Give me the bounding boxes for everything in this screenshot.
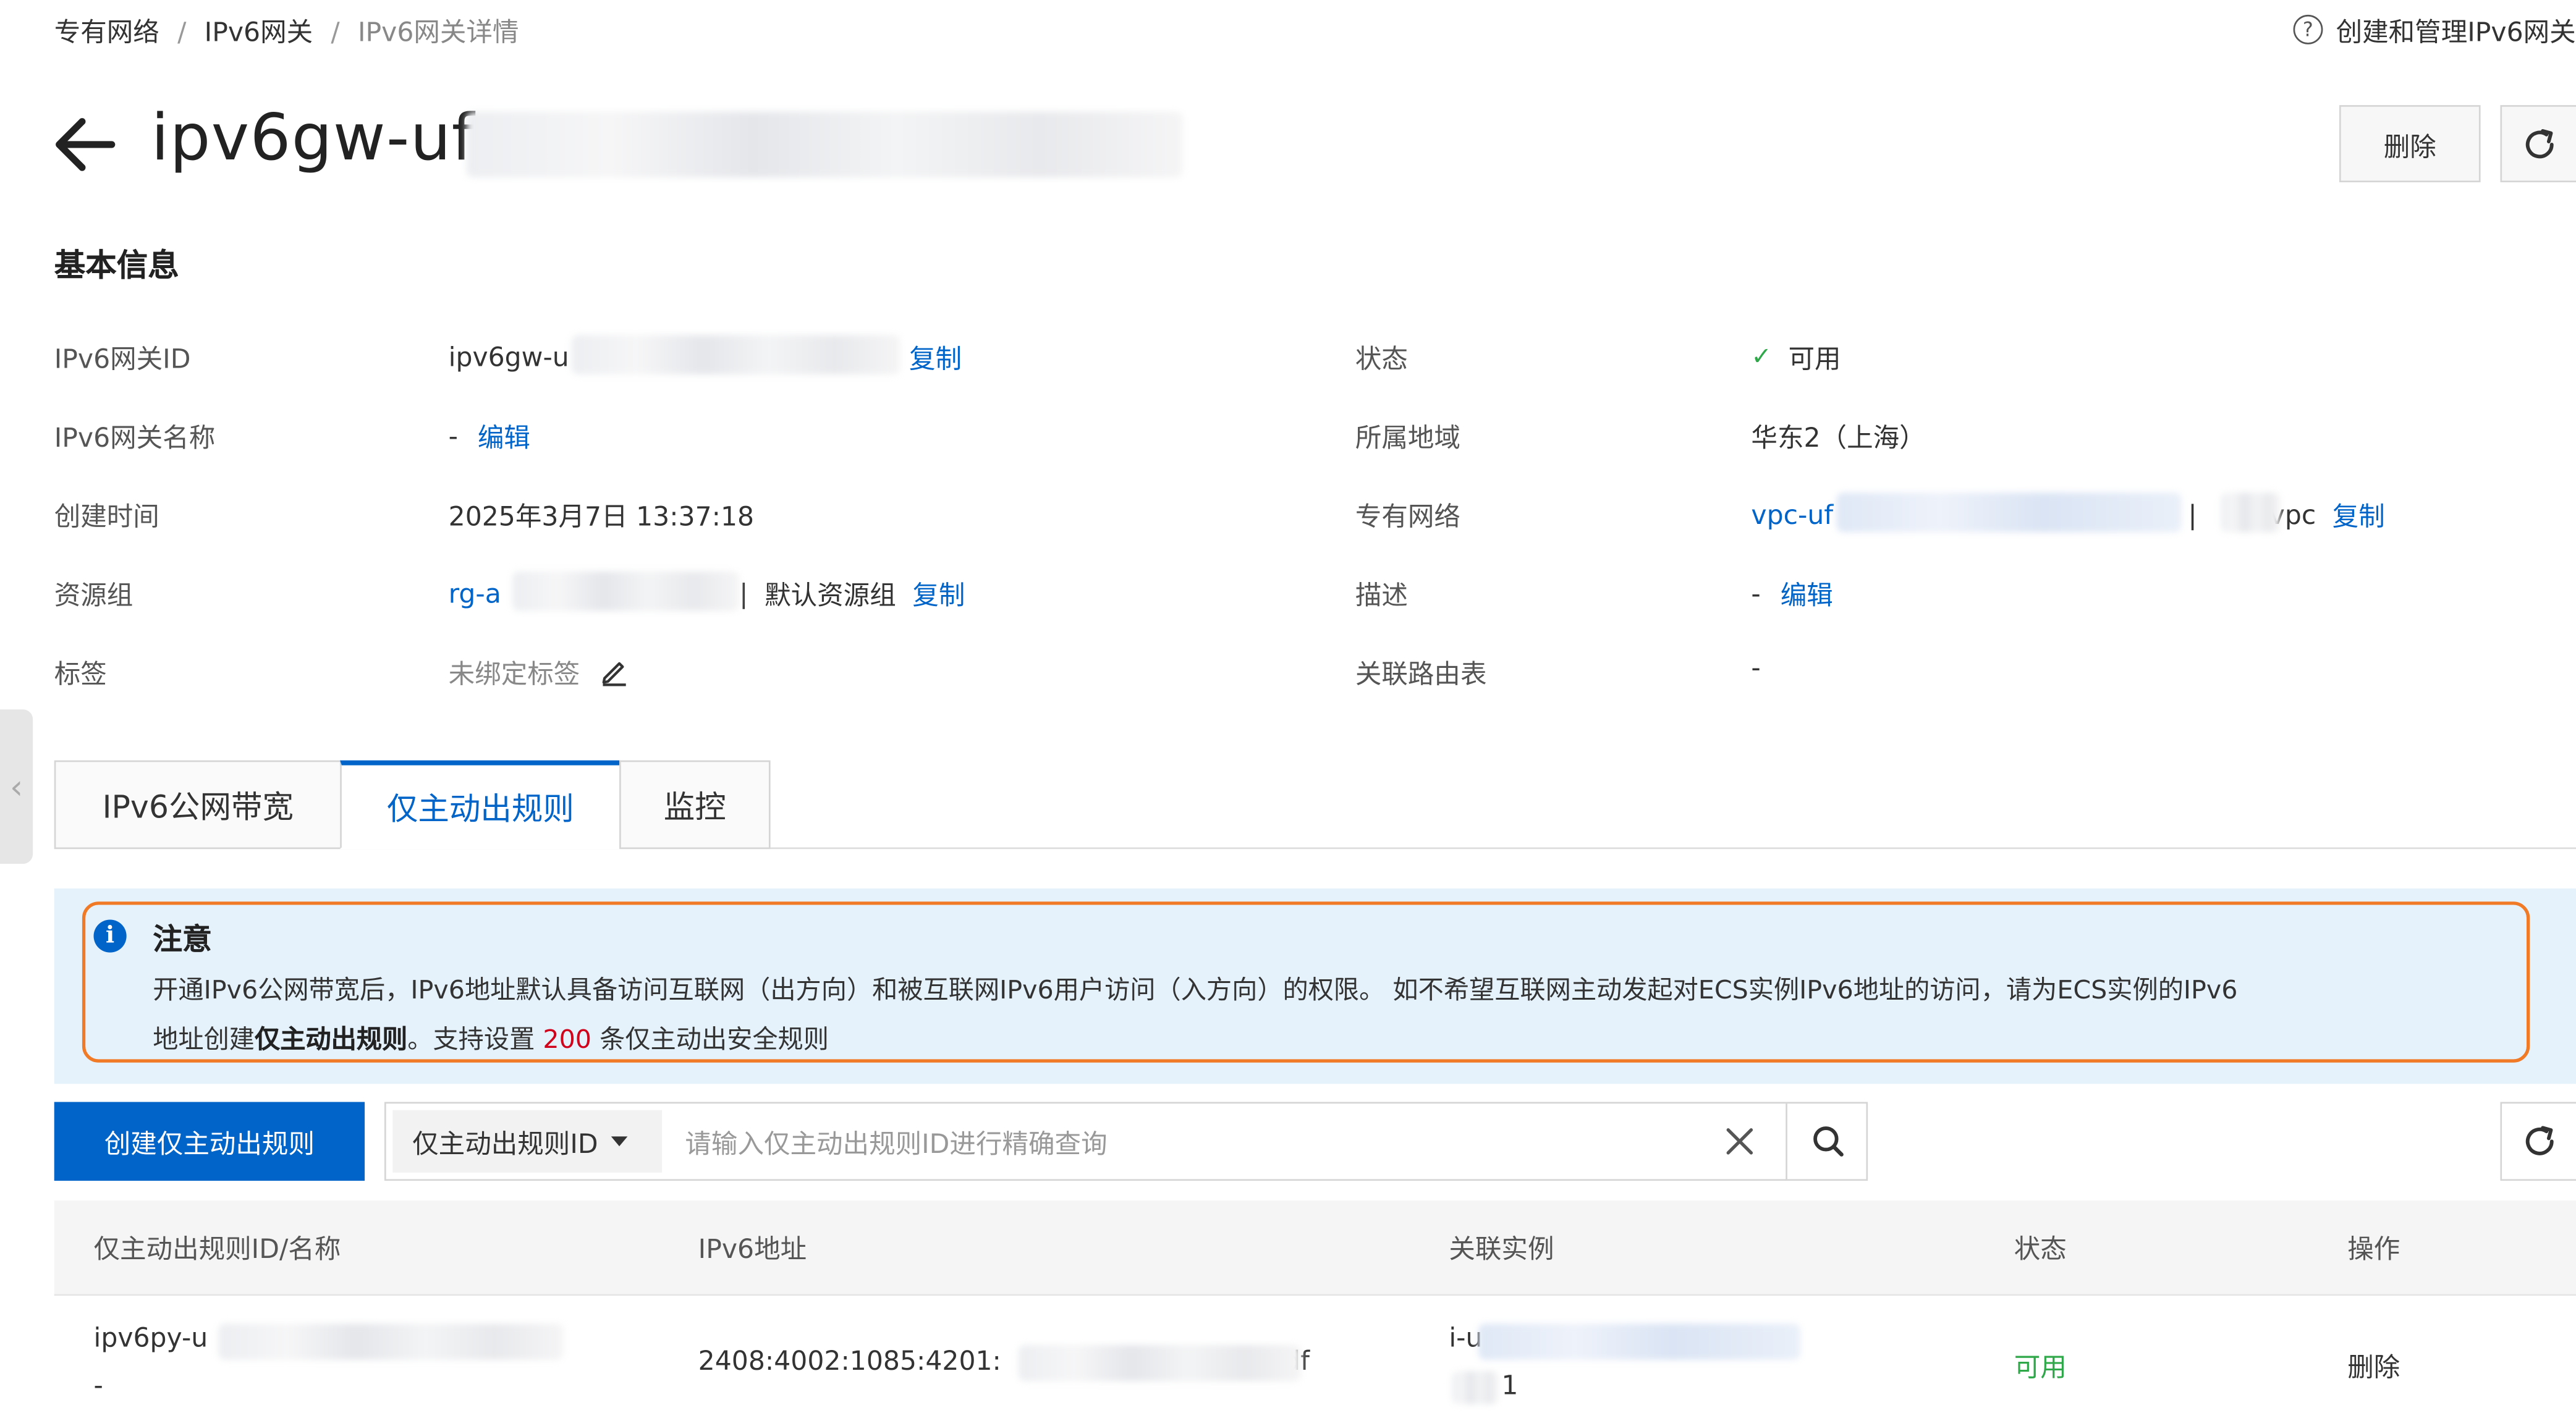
vpc-link[interactable]: vpc-uf	[1751, 499, 1833, 530]
ipv6-prefix: 2408:4002:1085:4201:	[698, 1344, 1001, 1377]
copy-resource-group-link[interactable]: 复制	[912, 573, 965, 613]
label-tags: 标签	[54, 658, 107, 690]
label-gateway-name: IPv6网关名称	[54, 422, 216, 454]
search-divider	[1786, 1103, 1787, 1179]
table-refresh-button[interactable]	[2500, 1102, 2576, 1181]
info-circle-icon: i	[93, 919, 127, 953]
status-text: 可用	[1788, 343, 1841, 375]
tab-ipv6-bandwidth[interactable]: IPv6公网带宽	[54, 760, 342, 850]
redacted-resource-group	[512, 571, 740, 611]
edit-gateway-name-link[interactable]: 编辑	[478, 415, 530, 455]
breadcrumb-separator: /	[331, 16, 340, 48]
refresh-icon	[2525, 128, 2554, 158]
chevron-left-icon: ‹	[9, 767, 23, 807]
pencil-icon[interactable]	[600, 657, 629, 686]
notice-line2-suffix: 条仅主动出安全规则	[591, 1024, 829, 1055]
refresh-button[interactable]	[2500, 105, 2576, 183]
table-header	[54, 1200, 2576, 1296]
filter-select[interactable]: 仅主动出规则ID	[392, 1110, 663, 1173]
notice-text-line1: 开通IPv6公网带宽后，IPv6地址默认具备访问互联网（出方向）和被互联网IPv…	[153, 975, 2238, 1005]
row-rule-id: ipv6py-u	[93, 1322, 208, 1354]
column-header-status: 状态	[2014, 1233, 2067, 1265]
notice-line2-bold: 仅主动出规则	[255, 1024, 408, 1055]
caret-down-icon	[611, 1136, 628, 1147]
help-link-label: 创建和管理IPv6网关	[2336, 16, 2576, 48]
section-title-basic-info: 基本信息	[54, 248, 179, 284]
label-description: 描述	[1355, 580, 1408, 611]
label-status: 状态	[1355, 343, 1408, 375]
value-route-table: -	[1751, 652, 1761, 683]
sidebar-collapse-handle[interactable]: ‹	[0, 709, 33, 864]
breadcrumb-vpc[interactable]: 专有网络	[54, 17, 159, 48]
value-created-time: 2025年3月7日 13:37:18	[448, 500, 755, 533]
redacted-instance-sub	[1452, 1371, 1499, 1404]
copy-vpc-link[interactable]: 复制	[2332, 494, 2385, 534]
breadcrumb: 专有网络 / IPv6网关 / IPv6网关详情	[54, 10, 519, 49]
redacted-rule-id	[218, 1323, 564, 1360]
column-header-ipv6-address: IPv6地址	[698, 1233, 807, 1265]
label-route-table: 关联路由表	[1355, 658, 1487, 690]
gateway-id-text: ipv6gw-u	[448, 340, 569, 373]
breadcrumb-separator: /	[177, 16, 187, 48]
divider: |	[739, 577, 748, 609]
row-rule-name: -	[93, 1369, 103, 1401]
copy-gateway-id-link[interactable]: 复制	[909, 337, 962, 376]
search-icon[interactable]	[1808, 1121, 1848, 1161]
rule-limit-count: 200	[543, 1024, 592, 1055]
page-stage: 专有网络 / IPv6网关 / IPv6网关详情 ? 创建和管理IPv6网关 ipv6g…	[0, 0, 2576, 1426]
tab-monitoring[interactable]: 监控	[619, 760, 771, 850]
value-status: ✓ 可用	[1751, 337, 1841, 376]
label-gateway-id: IPv6网关ID	[54, 343, 191, 375]
close-icon[interactable]	[1720, 1121, 1760, 1161]
value-gateway-name: - 编辑	[449, 415, 530, 455]
refresh-icon	[2525, 1126, 2554, 1155]
label-region: 所属地域	[1355, 422, 1461, 454]
check-icon: ✓	[1751, 341, 1772, 371]
notice-line2-mid: 。支持设置	[407, 1024, 543, 1055]
redacted-title	[466, 111, 1183, 178]
create-egress-rule-button[interactable]: 创建仅主动出规则	[54, 1102, 365, 1181]
redacted-gateway-id	[571, 335, 900, 375]
edit-description-link[interactable]: 编辑	[1781, 573, 1833, 613]
help-link[interactable]: ? 创建和管理IPv6网关	[2293, 10, 2576, 49]
row-delete-link[interactable]: 删除	[2347, 1345, 2400, 1385]
search-input[interactable]	[682, 1113, 1707, 1173]
notice-text-line2: 地址创建仅主动出规则。支持设置 200 条仅主动出安全规则	[153, 1020, 829, 1056]
question-circle-icon: ?	[2293, 14, 2323, 44]
row-status: 可用	[2014, 1351, 2067, 1383]
notice-title: 注意	[153, 922, 212, 958]
redacted-vpc-id	[1836, 492, 2182, 533]
breadcrumb-ipv6-gateway[interactable]: IPv6网关	[205, 17, 313, 48]
column-header-instance: 关联实例	[1449, 1233, 1554, 1265]
page-title: ipv6gw-uf	[151, 101, 475, 176]
tab-egress-only-rules[interactable]: 仅主动出规则	[340, 760, 621, 850]
value-tags: 未绑定标签	[449, 652, 629, 691]
tags-text: 未绑定标签	[448, 658, 580, 690]
arrow-left-icon[interactable]	[49, 112, 119, 177]
label-created-time: 创建时间	[54, 500, 159, 533]
column-header-actions: 操作	[2347, 1233, 2400, 1265]
divider: |	[2188, 498, 2197, 530]
redacted-vpc-name	[2221, 492, 2281, 533]
row-instance-link[interactable]: i-u	[1449, 1322, 1482, 1354]
description-text: -	[1751, 577, 1761, 609]
redacted-ipv6	[1018, 1344, 1302, 1382]
gateway-name-text: -	[448, 420, 459, 451]
value-description: - 编辑	[1751, 573, 1832, 613]
label-vpc: 专有网络	[1355, 500, 1461, 533]
breadcrumb-current: IPv6网关详情	[357, 16, 519, 48]
value-region: 华东2（上海）	[1751, 422, 1926, 454]
column-header-rule-id: 仅主动出规则ID/名称	[93, 1233, 341, 1265]
resource-group-name: 默认资源组	[765, 580, 896, 611]
row-instance-sub: 1	[1501, 1369, 1519, 1401]
resource-group-link[interactable]: rg-a	[449, 577, 501, 609]
notice-line2-prefix: 地址创建	[153, 1024, 255, 1055]
delete-button[interactable]: 删除	[2339, 105, 2481, 183]
search-group: 仅主动出规则ID	[384, 1102, 1868, 1181]
label-resource-group: 资源组	[54, 580, 133, 611]
redacted-instance	[1478, 1323, 1801, 1360]
filter-select-value: 仅主动出规则ID	[412, 1128, 598, 1160]
